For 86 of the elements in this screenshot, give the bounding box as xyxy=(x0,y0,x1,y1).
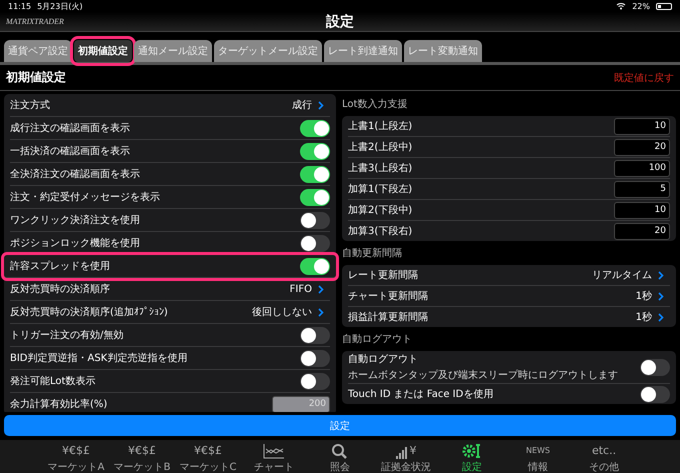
setting-note: ホームボタンタップ及び端末スリープ時にログアウトします xyxy=(348,368,618,382)
icon-text: ¥€$£ xyxy=(62,443,90,459)
setting-label: 全決済注文の確認画面を表示 xyxy=(10,168,140,181)
icon-text: ¥€$£ xyxy=(194,443,222,459)
number-field[interactable]: 10 xyxy=(614,118,670,134)
setting-value[interactable]: 成行 xyxy=(292,98,312,112)
setting-label: 注文・約定受付メッセージを表示 xyxy=(10,190,160,204)
setting-label: 一括決済の確認画面を表示 xyxy=(10,144,130,158)
nav-item[interactable]: ¥ 証拠金状況 xyxy=(375,443,437,473)
nav-item[interactable]: ¥€$£ マーケットB xyxy=(111,443,173,473)
setting-label: 上書2(上段中) xyxy=(348,140,412,154)
chevron-icon xyxy=(658,270,664,280)
reset-link[interactable]: 既定値に戻す xyxy=(614,70,674,84)
icon-text: etc.. xyxy=(592,443,616,459)
nav-item[interactable]: etc.. その他 xyxy=(573,443,635,473)
nav-item[interactable]: ¥€$£ マーケットA xyxy=(45,443,107,473)
nav-item[interactable]: NEWS 情報 xyxy=(507,443,569,473)
battery-percent: 22% xyxy=(632,2,650,10)
nav-item[interactable]: 設定 xyxy=(441,443,503,473)
setting-label: 上書1(上段左) xyxy=(348,120,412,133)
setting-label: 損益計算更新間隔 xyxy=(348,310,428,324)
number-field[interactable]: 5 xyxy=(614,180,670,198)
toggle-switch[interactable] xyxy=(300,142,330,160)
number-field[interactable]: 10 xyxy=(614,202,670,218)
setting-label: Touch ID または Face IDを使用 xyxy=(348,388,494,401)
setting-label: トリガー注文の有効/無効 xyxy=(10,328,124,342)
setting-label: チャート更新間隔 xyxy=(348,290,428,303)
battery-icon xyxy=(656,2,672,10)
setting-label: 加算1(下段左) xyxy=(348,182,412,196)
setting-label: 反対売買時の決済順序 xyxy=(10,282,110,296)
app-logo: MATRIXTRADER xyxy=(6,17,65,26)
setting-value[interactable]: FIFO xyxy=(290,284,312,294)
setting-label: ワンクリック決済注文を使用 xyxy=(10,214,140,227)
toggle-switch[interactable] xyxy=(300,166,330,182)
toggle-switch[interactable] xyxy=(300,212,330,228)
submit-button[interactable]: 設定 xyxy=(4,415,676,436)
setting-label: ポジションロック機能を使用 xyxy=(10,236,140,250)
toggle-switch[interactable] xyxy=(300,258,330,274)
setting-label: 余力計算有効比率(%) xyxy=(10,398,108,411)
number-field[interactable]: 100 xyxy=(614,160,670,176)
screen-title: 設定 xyxy=(326,12,354,30)
setting-label: 成行注文の確認画面を表示 xyxy=(10,122,130,135)
icon-text: ¥€$£ xyxy=(128,443,156,459)
status-time: 11:15 xyxy=(8,2,32,10)
number-field[interactable]: 20 xyxy=(614,222,670,240)
number-field[interactable]: 20 xyxy=(614,138,670,156)
toggle-switch[interactable] xyxy=(640,386,670,402)
toggle-switch[interactable] xyxy=(300,120,330,136)
group-title: Lot数入力支援 xyxy=(342,98,408,112)
toggle-switch[interactable] xyxy=(300,234,330,252)
wifi-icon xyxy=(616,2,626,10)
tab[interactable]: 初期値設定 xyxy=(74,40,132,62)
section-title: 初期値設定 xyxy=(6,69,66,86)
setting-value[interactable]: リアルタイム xyxy=(592,268,652,282)
setting-label: BID判定買逆指・ASK判定売逆指を使用 xyxy=(10,352,188,365)
chevron-icon xyxy=(658,312,664,322)
setting-label: 加算3(下段右) xyxy=(348,224,412,238)
toggle-switch[interactable] xyxy=(300,188,330,206)
group-title: 自動更新間隔 xyxy=(342,246,403,261)
setting-label: 許容スプレッドを使用 xyxy=(10,260,110,273)
gear-wrench-icon xyxy=(461,443,483,459)
toggle-switch[interactable] xyxy=(300,350,330,366)
toggle-switch[interactable] xyxy=(300,372,330,390)
setting-label: 加算2(下段中) xyxy=(348,204,412,217)
setting-value[interactable]: 1秒 xyxy=(636,310,652,324)
nav-item[interactable]: 照会 xyxy=(309,443,371,473)
chevron-icon xyxy=(318,100,324,110)
toggle-switch[interactable] xyxy=(300,326,330,344)
setting-label: 反対売買時の決済順序(追加ｵﾌﾟｼｮﾝ) xyxy=(10,306,168,319)
nav-item[interactable]: ¥€$£ マーケットC xyxy=(177,443,239,473)
icon-text: NEWS xyxy=(526,445,550,457)
setting-label: 注文方式 xyxy=(10,98,50,112)
chevron-icon xyxy=(658,292,664,300)
toggle-switch[interactable] xyxy=(640,358,670,376)
setting-label: 自動ログアウト xyxy=(348,353,419,366)
line-chart-icon xyxy=(263,443,285,459)
setting-label: 発注可能Lot数表示 xyxy=(10,374,96,388)
setting-value[interactable]: 後回ししない xyxy=(252,305,312,319)
chevron-icon xyxy=(318,284,324,294)
status-date: 5月23日(火) xyxy=(37,0,83,12)
nav-item[interactable]: チャート xyxy=(243,443,305,473)
setting-value[interactable]: 1秒 xyxy=(636,289,652,303)
setting-label: 上書3(上段右) xyxy=(348,162,412,175)
chevron-icon xyxy=(318,308,324,316)
setting-label: レート更新間隔 xyxy=(348,268,418,282)
group-title: 自動ログアウト xyxy=(342,333,413,347)
